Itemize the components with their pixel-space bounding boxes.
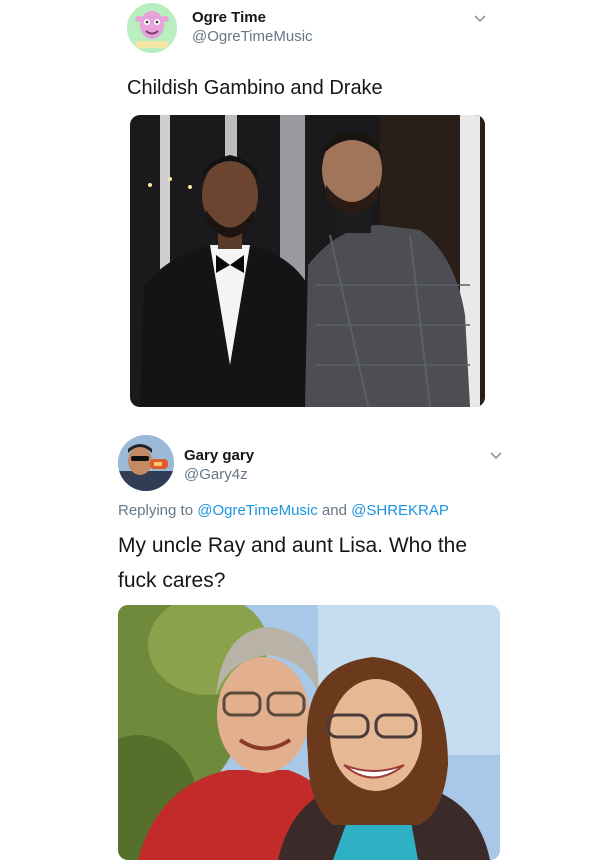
ogre-time-avatar[interactable]	[127, 3, 177, 53]
author-name[interactable]: Ogre Time	[192, 9, 266, 26]
tweet-photo[interactable]	[130, 115, 485, 407]
chevron-down-icon[interactable]	[488, 447, 504, 463]
photo-gambino-drake	[130, 115, 485, 407]
tweet-text-line: fuck cares?	[118, 569, 226, 592]
photo-uncle-aunt	[118, 605, 500, 860]
replying-to: Replying to @OgreTimeMusic and @SHREKRAP	[118, 502, 449, 519]
reply-and: and	[321, 502, 347, 519]
gary-avatar[interactable]	[118, 435, 174, 491]
mention-link[interactable]: @SHREKRAP	[351, 502, 449, 519]
tweet-text: Childish Gambino and Drake	[127, 77, 383, 99]
tweet-text: My uncle Ray and aunt Lisa. Who the fuck…	[118, 528, 467, 598]
chevron-down-icon[interactable]	[472, 10, 488, 26]
author-name[interactable]: Gary gary	[184, 447, 254, 464]
author-handle[interactable]: @Gary4z	[184, 466, 248, 483]
gary-avatar-image	[118, 435, 174, 491]
tweet-photo[interactable]	[118, 605, 500, 860]
tweet-text-line: My uncle Ray and aunt Lisa. Who the	[118, 534, 468, 557]
author-handle[interactable]: @OgreTimeMusic	[192, 28, 313, 45]
mention-link[interactable]: @OgreTimeMusic	[197, 502, 318, 519]
reply-prefix: Replying to	[118, 502, 194, 519]
ogre-avatar-image	[127, 3, 177, 53]
